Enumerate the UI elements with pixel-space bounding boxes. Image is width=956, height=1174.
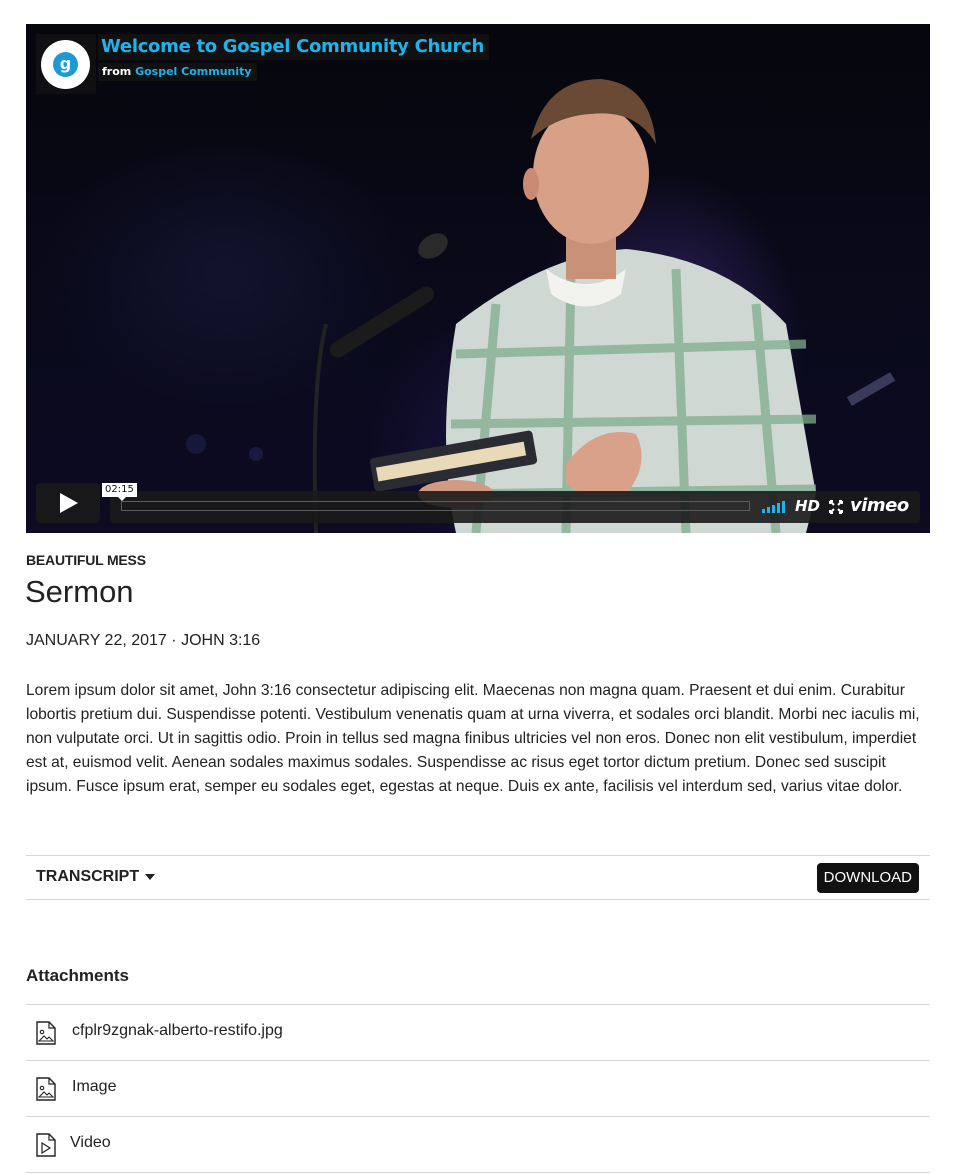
sermon-date: JANUARY 22, 2017	[26, 632, 167, 649]
attachment-item[interactable]: Image	[26, 1061, 930, 1117]
video-title-box[interactable]: Welcome to Gospel Community Church	[98, 34, 489, 60]
sermon-description: Lorem ipsum dolor sit amet, John 3:16 co…	[26, 679, 932, 799]
description-text-start: Lorem ipsum dolor sit amet,	[26, 682, 223, 699]
progress-bar[interactable]	[121, 501, 750, 511]
image-file-icon	[36, 1077, 56, 1101]
attachment-name[interactable]: cfplr9zgnak-alberto-restifo.jpg	[72, 1022, 283, 1040]
video-player[interactable]: g Welcome to Gospel Community Church fro…	[26, 24, 930, 533]
sermon-meta: JANUARY 22, 2017 · JOHN 3:16	[26, 632, 260, 650]
page-title: Sermon	[25, 574, 134, 609]
video-title[interactable]: Welcome to Gospel Community Church	[101, 36, 484, 57]
video-byline: from Gospel Community	[98, 63, 257, 81]
attachment-list: cfplr9zgnak-alberto-restifo.jpg Image Vi…	[26, 1004, 930, 1173]
time-tooltip: 02:15	[102, 483, 137, 501]
transcript-bar: TRANSCRIPT DOWNLOAD	[26, 855, 930, 900]
speaker-illustration	[186, 79, 896, 533]
channel-avatar[interactable]: g	[41, 40, 90, 89]
attachment-name[interactable]: Video	[70, 1134, 111, 1152]
play-icon	[60, 493, 78, 513]
channel-badge[interactable]: g	[36, 34, 96, 94]
play-button[interactable]	[36, 483, 100, 523]
download-button[interactable]: DOWNLOAD	[816, 863, 919, 893]
hd-toggle[interactable]: HD	[795, 497, 820, 515]
video-file-icon	[36, 1133, 56, 1157]
series-label[interactable]: BEAUTIFUL MESS	[26, 552, 146, 568]
scripture-reference: JOHN 3:16	[181, 632, 261, 649]
player-control-bar: HD vimeo	[110, 491, 920, 523]
attachment-item[interactable]: Video	[26, 1117, 930, 1173]
gospel-community-logo-icon: g	[53, 52, 78, 77]
volume-icon[interactable]	[762, 501, 786, 513]
meta-separator: ·	[171, 632, 177, 649]
caret-down-icon	[145, 873, 156, 880]
channel-link[interactable]: Gospel Community	[135, 65, 251, 78]
attachment-name[interactable]: Image	[72, 1078, 116, 1096]
attachment-item[interactable]: cfplr9zgnak-alberto-restifo.jpg	[26, 1005, 930, 1061]
attachments-heading: Attachments	[26, 966, 129, 985]
fullscreen-icon[interactable]	[829, 500, 843, 514]
transcript-toggle[interactable]: TRANSCRIPT	[36, 868, 156, 886]
video-frame[interactable]	[26, 24, 930, 533]
byline-prefix: from	[102, 65, 132, 78]
transcript-label: TRANSCRIPT	[36, 868, 140, 885]
image-file-icon	[36, 1021, 56, 1045]
scripture-link[interactable]: John 3:16	[223, 682, 292, 699]
vimeo-logo[interactable]: vimeo	[850, 495, 909, 516]
